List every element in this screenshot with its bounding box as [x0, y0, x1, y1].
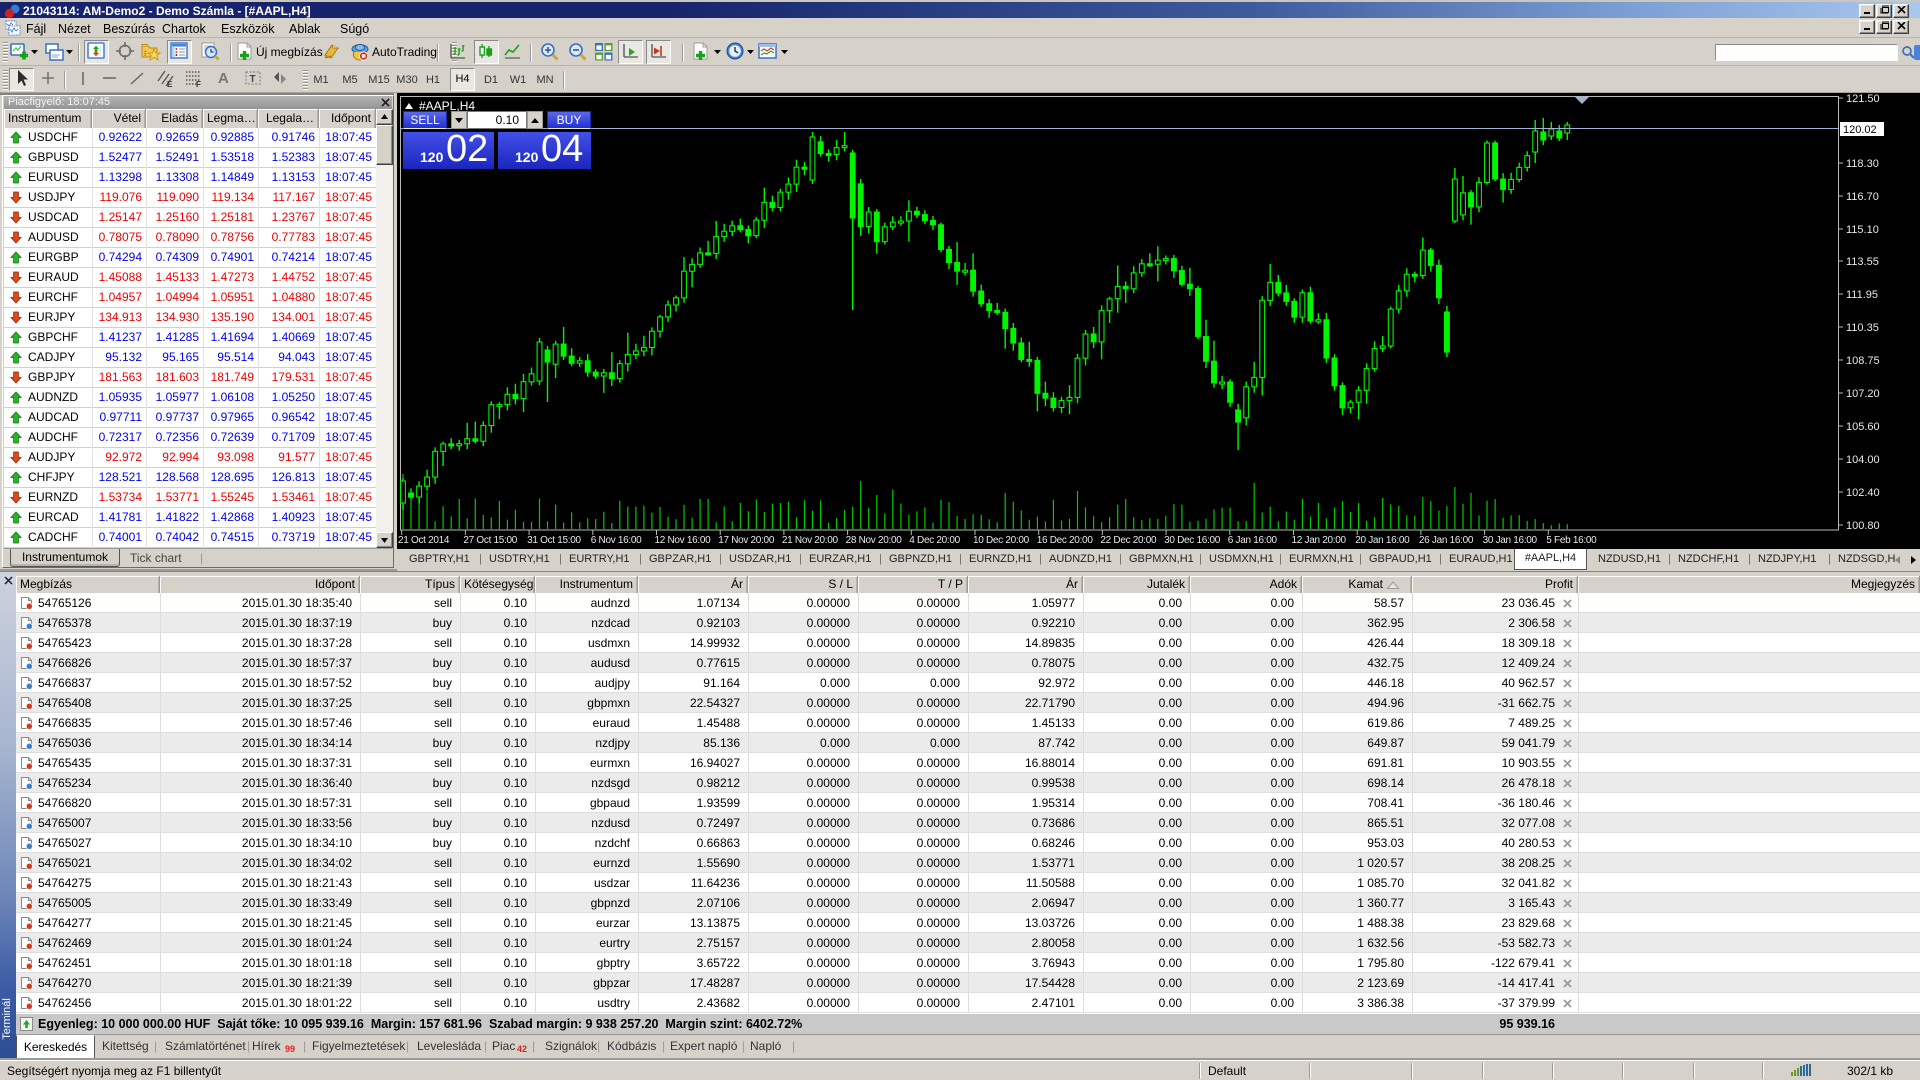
svg-text:16 Dec 20:00: 16 Dec 20:00	[1037, 535, 1094, 546]
svg-text:107.20: 107.20	[1846, 388, 1880, 400]
svg-text:F: F	[196, 80, 201, 89]
svg-text:118.30: 118.30	[1846, 158, 1879, 170]
svg-text:111.95: 111.95	[1846, 289, 1878, 301]
svg-text:30 Jan 16:00: 30 Jan 16:00	[1483, 535, 1538, 546]
svg-text:12 Nov 16:00: 12 Nov 16:00	[655, 535, 712, 546]
svg-text:T: T	[250, 74, 256, 85]
svg-text:21 Nov 20:00: 21 Nov 20:00	[782, 535, 839, 546]
svg-text:115.10: 115.10	[1846, 224, 1879, 236]
svg-text:100.80: 100.80	[1846, 520, 1880, 532]
svg-text:5 Feb 16:00: 5 Feb 16:00	[1546, 535, 1597, 546]
svg-text:26 Jan 16:00: 26 Jan 16:00	[1419, 535, 1474, 546]
svg-text:20 Jan 16:00: 20 Jan 16:00	[1355, 535, 1410, 546]
svg-text:6 Nov 16:00: 6 Nov 16:00	[591, 535, 642, 546]
svg-text:110.35: 110.35	[1846, 322, 1879, 334]
svg-text:113.55: 113.55	[1846, 256, 1879, 268]
svg-text:6 Jan 16:00: 6 Jan 16:00	[1228, 535, 1278, 546]
svg-text:105.60: 105.60	[1846, 421, 1880, 433]
svg-text:E: E	[167, 80, 173, 89]
svg-text:21 Oct 2014: 21 Oct 2014	[398, 535, 450, 546]
svg-text:116.70: 116.70	[1846, 191, 1879, 203]
svg-text:121.50: 121.50	[1846, 93, 1880, 105]
svg-text:10 Dec 20:00: 10 Dec 20:00	[973, 535, 1030, 546]
svg-text:108.75: 108.75	[1846, 355, 1880, 367]
svg-text:102.40: 102.40	[1846, 487, 1880, 499]
svg-text:31 Oct 15:00: 31 Oct 15:00	[527, 535, 581, 546]
svg-text:28 Nov 20:00: 28 Nov 20:00	[846, 535, 903, 546]
svg-text:120.02: 120.02	[1843, 124, 1877, 136]
svg-text:104.00: 104.00	[1846, 454, 1880, 466]
svg-text:30 Dec 16:00: 30 Dec 16:00	[1164, 535, 1221, 546]
svg-text:27 Oct 15:00: 27 Oct 15:00	[463, 535, 517, 546]
svg-text:4 Dec 20:00: 4 Dec 20:00	[909, 535, 960, 546]
svg-text:17 Nov 20:00: 17 Nov 20:00	[718, 535, 775, 546]
svg-text:12 Jan 20:00: 12 Jan 20:00	[1292, 535, 1347, 546]
svg-text:22 Dec 20:00: 22 Dec 20:00	[1100, 535, 1157, 546]
